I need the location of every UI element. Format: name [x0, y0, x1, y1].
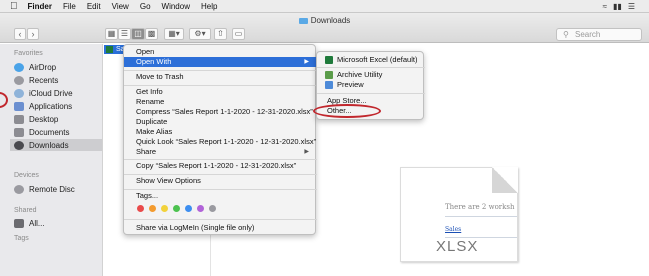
menu-separator [124, 219, 317, 220]
forward-button[interactable]: › [27, 28, 39, 40]
search-input[interactable]: ⚲ Search [556, 28, 642, 41]
sidebar: Favorites AirDrop Recents iCloud Drive A… [0, 44, 103, 276]
sidebar-item-remote-disc[interactable]: Remote Disc [14, 183, 102, 195]
menu-separator [317, 67, 425, 68]
page-fold-corner [492, 167, 518, 193]
menu-separator [124, 174, 317, 175]
menu-item-open[interactable]: Open [124, 47, 317, 57]
wifi-icon[interactable]: ≈ [603, 2, 607, 11]
menu-edit[interactable]: Edit [87, 2, 101, 11]
tag-color-dot[interactable] [209, 205, 216, 212]
menu-separator [124, 189, 317, 190]
menu-item-tags[interactable]: Tags... [124, 191, 317, 201]
group-button[interactable]: ▦▾ [164, 28, 184, 40]
share-button[interactable]: ⇧ [214, 28, 227, 40]
downloads-icon [14, 140, 24, 150]
gallery-view-button[interactable]: ▩ [145, 28, 158, 40]
tag-color-dot[interactable] [137, 205, 144, 212]
context-menu: Open Open With ▶ Move to Trash Get Info R… [123, 44, 317, 235]
menu-separator [124, 85, 317, 86]
sidebar-item-desktop[interactable]: Desktop [14, 113, 102, 125]
menu-item-compress[interactable]: Compress “Sales Report 1-1-2020 - 12-31-… [124, 107, 317, 117]
action-gear-button[interactable]: ⚙▾ [189, 28, 211, 40]
menu-item-rename[interactable]: Rename [124, 97, 317, 107]
window-title: Downloads [0, 16, 649, 25]
submenu-arrow-icon: ▶ [304, 59, 309, 65]
preview-app-icon [325, 81, 333, 89]
preview-link: Sales [445, 226, 462, 233]
file-preview: There are 2 worksh Sales XLSX [400, 167, 518, 262]
applications-icon [14, 101, 24, 111]
battery-icon[interactable]: ▮▮ [613, 2, 622, 11]
submenu-item-archive-utility[interactable]: Archive Utility [317, 70, 425, 80]
network-icon [14, 218, 24, 228]
menu-bar:  Finder File Edit View Go Window Help ≈… [0, 0, 649, 13]
tag-color-dot[interactable] [149, 205, 156, 212]
favorites-header: Favorites [14, 50, 43, 57]
tag-color-dot[interactable] [173, 205, 180, 212]
tag-color-dot[interactable] [161, 205, 168, 212]
menu-finder[interactable]: Finder [28, 2, 52, 11]
menu-item-share[interactable]: Share ▶ [124, 147, 317, 157]
sidebar-item-downloads[interactable]: Downloads [10, 139, 102, 151]
excel-app-icon [325, 56, 333, 64]
menu-item-get-info[interactable]: Get Info [124, 87, 317, 97]
menu-item-move-to-trash[interactable]: Move to Trash [124, 72, 317, 82]
apple-menu-icon[interactable]:  [10, 1, 18, 12]
submenu-item-preview[interactable]: Preview [317, 80, 425, 90]
menu-item-show-view-options[interactable]: Show View Options [124, 176, 317, 186]
excel-file-icon [106, 46, 113, 53]
documents-icon [14, 127, 24, 137]
preview-divider [445, 216, 517, 217]
preview-extension-label: XLSX [436, 238, 479, 255]
shared-header: Shared [14, 207, 37, 214]
highlight-annotation [313, 104, 381, 118]
sidebar-item-airdrop[interactable]: AirDrop [14, 61, 102, 73]
menu-item-make-alias[interactable]: Make Alias [124, 127, 317, 137]
menu-item-copy[interactable]: Copy “Sales Report 1-1-2020 - 12-31-2020… [124, 161, 317, 171]
menu-separator [317, 93, 425, 94]
back-button[interactable]: ‹ [14, 28, 26, 40]
tags-header: Tags [14, 235, 29, 242]
submenu-item-excel[interactable]: Microsoft Excel (default) [317, 55, 425, 65]
menu-separator [124, 159, 317, 160]
sidebar-item-all-shared[interactable]: All... [14, 217, 102, 229]
menu-extras-icon[interactable]: ☰ [628, 2, 635, 11]
cloud-icon [14, 88, 24, 98]
icon-view-button[interactable]: ▦ [105, 28, 118, 40]
menu-item-open-with[interactable]: Open With ▶ [124, 57, 317, 67]
tag-color-dot[interactable] [185, 205, 192, 212]
column-view-button[interactable]: ◫ [131, 28, 145, 40]
disc-icon [14, 184, 24, 194]
menu-view[interactable]: View [112, 2, 129, 11]
menu-window[interactable]: Window [162, 2, 190, 11]
sidebar-item-icloud-drive[interactable]: iCloud Drive [14, 87, 102, 99]
devices-header: Devices [14, 172, 39, 179]
airdrop-icon [14, 62, 24, 72]
menu-separator [124, 70, 317, 71]
sidebar-item-documents[interactable]: Documents [14, 126, 102, 138]
menu-go[interactable]: Go [140, 2, 151, 11]
menu-item-quick-look[interactable]: Quick Look “Sales Report 1-1-2020 - 12-3… [124, 137, 317, 147]
sidebar-item-applications[interactable]: Applications [14, 100, 102, 112]
menu-file[interactable]: File [63, 2, 76, 11]
menu-help[interactable]: Help [201, 2, 217, 11]
sidebar-item-recents[interactable]: Recents [14, 74, 102, 86]
list-view-button[interactable]: ☰ [118, 28, 131, 40]
menu-item-share-logmein[interactable]: Share via LogMeIn (Single file only) [124, 223, 317, 233]
tags-button[interactable]: ▭ [232, 28, 245, 40]
search-icon: ⚲ [563, 30, 569, 39]
tag-color-dot[interactable] [197, 205, 204, 212]
desktop-icon [14, 114, 24, 124]
window-titlebar: Downloads ‹ › ▦ ☰ ◫ ▩ ▦▾ ⚙▾ ⇧ ▭ ⚲ Search [0, 13, 649, 43]
archive-utility-icon [325, 71, 333, 79]
preview-text-line: There are 2 worksh [445, 203, 515, 211]
menu-item-duplicate[interactable]: Duplicate [124, 117, 317, 127]
clock-icon [14, 75, 24, 85]
folder-icon [298, 18, 308, 24]
submenu-arrow-icon: ▶ [304, 149, 309, 155]
